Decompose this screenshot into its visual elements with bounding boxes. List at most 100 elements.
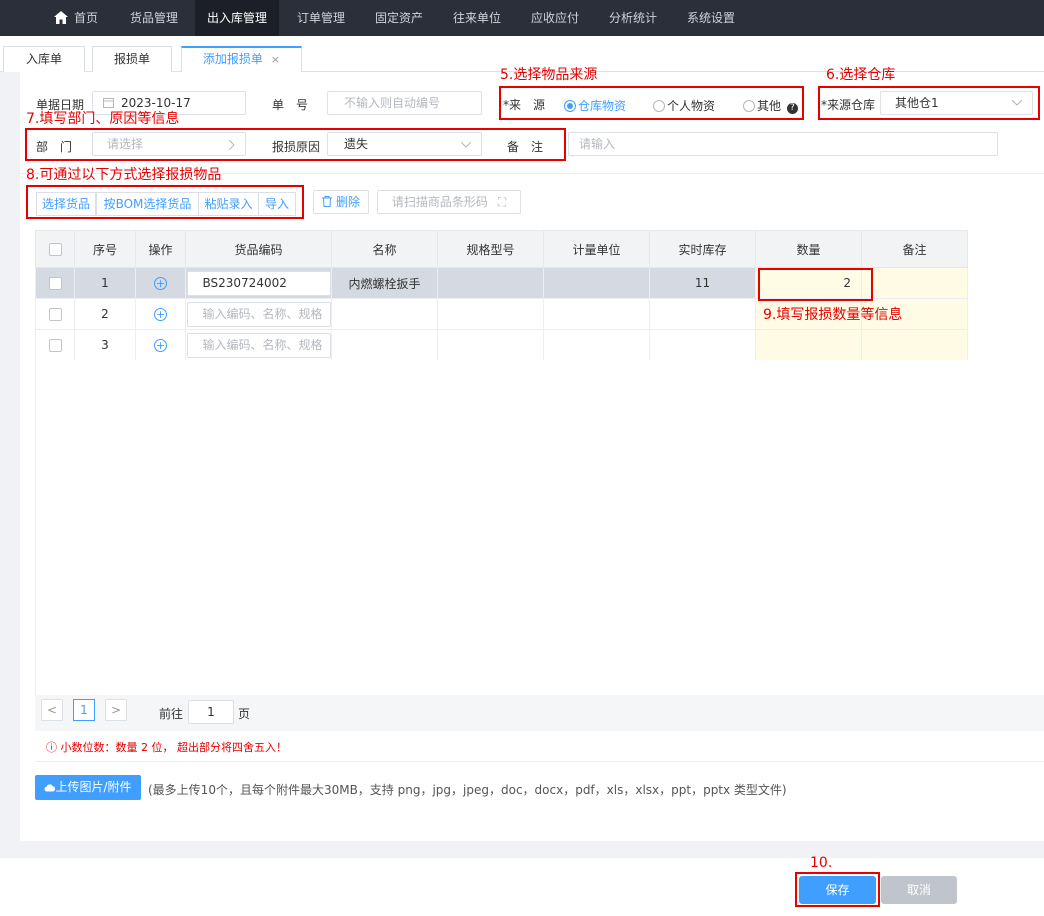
nav-item-goods[interactable]: 货品管理	[118, 0, 190, 36]
header-cell: 实时库存	[649, 230, 756, 268]
scan-icon: ⛶	[497, 195, 507, 209]
nav-item-settings[interactable]: 系统设置	[675, 0, 747, 36]
nav-item-partners[interactable]: 往来单位	[441, 0, 513, 36]
next-page-button[interactable]: >	[105, 699, 127, 721]
row-action-cell: +	[135, 298, 186, 330]
row-checkbox-cell[interactable]	[35, 267, 75, 299]
nav-item-inout[interactable]: 出入库管理	[195, 0, 279, 36]
decimal-notice: ⓘ 小数位数：数量 2 位， 超出部分将四舍五入！	[46, 741, 287, 754]
name-cell	[331, 329, 438, 361]
spec-cell	[437, 329, 544, 361]
stock-cell	[649, 298, 756, 330]
pagination: < 1 > 前往 1 页	[35, 695, 1044, 731]
code-input[interactable]: 输入编码、名称、规格	[186, 301, 331, 327]
cancel-button[interactable]: 取消	[881, 876, 957, 904]
goto-label: 前往	[159, 707, 184, 721]
delete-button[interactable]: 删除	[313, 190, 369, 214]
tab-loss-report[interactable]: 报损单	[92, 46, 172, 72]
unit-cell	[543, 298, 650, 330]
row-checkbox-cell[interactable]	[35, 329, 75, 361]
tab-add-loss-report[interactable]: 添加报损单 ×	[181, 46, 302, 72]
annotation-box-select-methods	[26, 185, 304, 219]
upload-label: 上传图片/附件	[55, 780, 132, 794]
annotation-step8: 8.可通过以下方式选择报损物品	[26, 167, 222, 183]
annotation-box-quantity	[758, 268, 873, 301]
checkbox[interactable]	[48, 339, 62, 352]
tab-inbound[interactable]: 入库单	[3, 46, 85, 72]
goto-page-input[interactable]: 1	[188, 700, 234, 724]
calendar-icon	[103, 98, 114, 108]
add-row-icon[interactable]: +	[154, 339, 167, 352]
annotation-step10: 10.	[810, 855, 833, 871]
number-input[interactable]: 不输入则自动编号	[327, 91, 482, 115]
page-suffix: 页	[238, 707, 251, 721]
code-cell: BS230724002	[185, 267, 332, 299]
annotation-box-dept-reason	[25, 128, 566, 161]
code-cell: 输入编码、名称、规格	[185, 329, 332, 361]
number-label: 单 号	[272, 98, 309, 112]
unit-cell	[543, 267, 650, 299]
page-number-button[interactable]: 1	[73, 699, 95, 721]
nav-item-finance[interactable]: 应收应付	[519, 0, 591, 36]
annotation-box-save	[795, 872, 880, 907]
code-input[interactable]: BS230724002	[186, 270, 331, 296]
upload-description: (最多上传10个，且每个附件最大30MB，支持 png，jpg，jpeg，doc…	[148, 783, 787, 797]
unit-cell	[543, 329, 650, 361]
cloud-upload-icon	[45, 784, 56, 792]
header-cell: 备注	[861, 230, 968, 268]
header-cell: 操作	[135, 230, 186, 268]
stock-cell	[649, 329, 756, 361]
spec-cell	[437, 267, 544, 299]
annotation-box-warehouse	[818, 86, 1040, 120]
prev-page-button[interactable]: <	[41, 699, 63, 721]
nav-item-home[interactable]: 首页	[40, 0, 112, 36]
name-cell	[331, 298, 438, 330]
header-cell: 计量单位	[543, 230, 650, 268]
spec-cell	[437, 298, 544, 330]
home-icon	[53, 11, 68, 24]
header-cell: 名称	[331, 230, 438, 268]
code-input[interactable]: 输入编码、名称、规格	[186, 332, 331, 358]
name-cell: 内燃螺栓扳手	[331, 267, 438, 299]
upload-attachment-button[interactable]: 上传图片/附件	[35, 775, 141, 800]
annotation-step9: 9.填写报损数量等信息	[763, 307, 903, 323]
annotation-step5: 5.选择物品来源	[500, 67, 598, 83]
page-gutter	[0, 72, 20, 916]
table-row[interactable]: 3 + 输入编码、名称、规格	[35, 329, 968, 361]
row-action-cell: +	[135, 329, 186, 361]
header-cell: 数量	[755, 230, 862, 268]
add-row-icon[interactable]: +	[154, 308, 167, 321]
nav-item-analytics[interactable]: 分析统计	[597, 0, 669, 36]
stock-cell: 11	[649, 267, 756, 299]
table-empty-area	[35, 360, 1044, 695]
header-select-all[interactable]	[35, 230, 75, 268]
remark-input[interactable]: 请输入	[568, 132, 998, 156]
qty-cell[interactable]	[755, 329, 862, 361]
scan-placeholder: 请扫描商品条形码	[391, 195, 488, 209]
code-cell: 输入编码、名称、规格	[185, 298, 332, 330]
row-checkbox-cell[interactable]	[35, 298, 75, 330]
row-action-cell: +	[135, 267, 186, 299]
add-row-icon[interactable]: +	[154, 277, 167, 290]
close-icon[interactable]: ×	[271, 53, 280, 66]
annotation-box-source	[499, 86, 804, 120]
header-cell: 序号	[74, 230, 136, 268]
barcode-scan-input[interactable]: 请扫描商品条形码 ⛶	[377, 190, 521, 214]
nav-item-label: 首页	[73, 11, 98, 25]
remark-cell[interactable]	[861, 329, 968, 361]
checkbox[interactable]	[48, 308, 62, 321]
row-number: 3	[74, 329, 136, 361]
divider	[35, 761, 1044, 762]
table-header-row: 序号 操作 货品编码 名称 规格型号 计量单位 实时库存 数量 备注	[35, 230, 968, 268]
top-nav: 首页 货品管理 出入库管理 订单管理 固定资产 往来单位 应收应付 分析统计 系…	[0, 0, 1044, 36]
annotation-step7: 7.填写部门、原因等信息	[26, 111, 180, 127]
remark-cell[interactable]	[861, 267, 968, 299]
nav-item-assets[interactable]: 固定资产	[363, 0, 435, 36]
checkbox[interactable]	[48, 277, 62, 290]
trash-icon	[321, 196, 332, 207]
header-cell: 规格型号	[437, 230, 544, 268]
row-number: 2	[74, 298, 136, 330]
checkbox[interactable]	[48, 243, 62, 256]
nav-item-orders[interactable]: 订单管理	[285, 0, 357, 36]
tab-label: 添加报损单	[202, 52, 263, 66]
